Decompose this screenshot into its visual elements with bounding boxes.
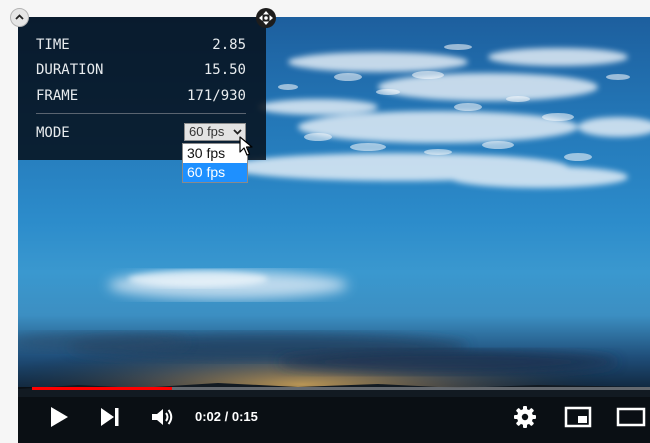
info-value: 171/930 bbox=[186, 88, 246, 104]
progress-bar[interactable] bbox=[32, 387, 650, 390]
progress-played bbox=[32, 387, 172, 390]
mouse-cursor-icon bbox=[239, 136, 253, 156]
mode-option-60fps[interactable]: 60 fps bbox=[183, 163, 247, 182]
time-display: 0:02 / 0:15 bbox=[195, 409, 258, 424]
move-icon[interactable] bbox=[256, 8, 276, 28]
chevron-down-icon bbox=[233, 129, 242, 135]
info-value: 2.85 bbox=[212, 37, 246, 53]
info-value: 15.50 bbox=[203, 62, 246, 78]
info-row-time: TIME 2.85 bbox=[36, 35, 246, 55]
theater-mode-icon[interactable] bbox=[616, 406, 646, 428]
miniplayer-icon[interactable] bbox=[564, 406, 592, 428]
mode-label: MODE bbox=[36, 125, 70, 141]
info-label: FRAME bbox=[36, 88, 79, 104]
mode-selected-value: 60 fps bbox=[189, 124, 225, 139]
chevron-up-icon[interactable] bbox=[10, 8, 29, 27]
play-icon[interactable] bbox=[48, 405, 70, 429]
info-label: TIME bbox=[36, 37, 70, 53]
frame-info-panel: TIME 2.85 DURATION 15.50 FRAME 171/930 M… bbox=[18, 17, 266, 160]
next-icon[interactable] bbox=[99, 406, 121, 428]
info-row-frame: FRAME 171/930 bbox=[36, 86, 246, 106]
mode-select[interactable]: 60 fps bbox=[184, 123, 246, 141]
mode-option-30fps[interactable]: 30 fps bbox=[183, 144, 247, 163]
info-row-duration: DURATION 15.50 bbox=[36, 60, 246, 80]
gear-icon[interactable] bbox=[512, 404, 538, 430]
info-label: DURATION bbox=[36, 62, 104, 78]
volume-icon[interactable] bbox=[150, 406, 176, 428]
divider bbox=[36, 113, 246, 114]
